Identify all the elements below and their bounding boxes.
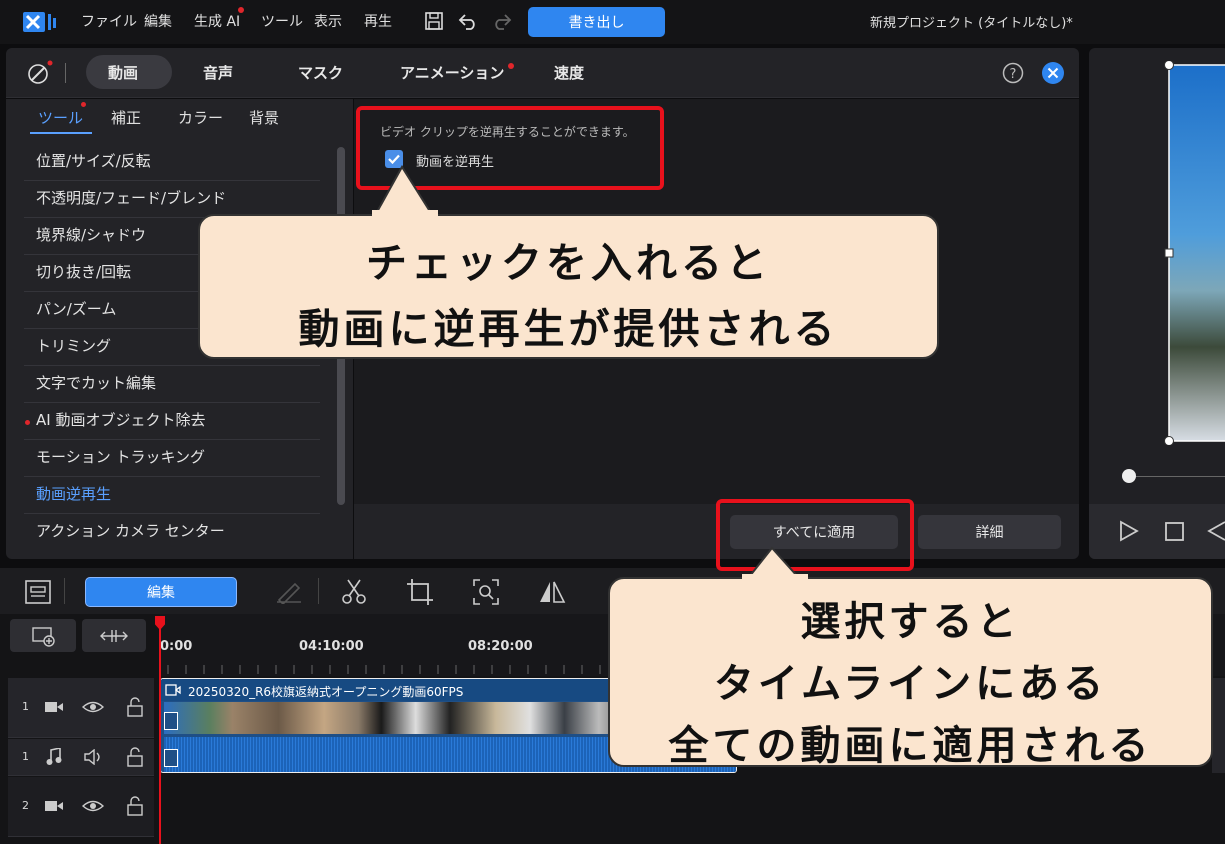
audio-info-badge <box>164 749 178 767</box>
ruler-label-mid: 04:10:00 <box>299 639 364 654</box>
new-badge-dot <box>238 7 244 13</box>
flip-icon[interactable] <box>538 578 566 606</box>
storyboard-icon[interactable] <box>25 580 51 604</box>
callout-bottom-line3: 全ての動画に適用される <box>668 723 1153 769</box>
clip-title: 20250320_R6校旗返納式オープニング動画60FPS <box>188 685 464 699</box>
callout-bottom-line2: タイムラインにある <box>713 661 1108 707</box>
help-icon[interactable]: ? <box>1002 62 1024 84</box>
tool-item-ai-object-removal[interactable]: AI 動画オブジェクト除去 <box>24 403 320 440</box>
tools-badge-dot <box>81 102 86 107</box>
menu-generate-ai[interactable]: 生成 AI <box>194 11 240 31</box>
details-button[interactable]: 詳細 <box>918 515 1061 549</box>
previous-frame-icon[interactable] <box>1207 520 1225 542</box>
animation-badge-dot <box>508 63 514 69</box>
callout-top: チェックを入れると 動画に逆再生が提供される <box>198 214 939 359</box>
tool-item-text-cut-edit[interactable]: 文字でカット編集 <box>24 366 320 403</box>
preview-controls <box>1089 504 1225 559</box>
app-logo-icon <box>23 12 56 32</box>
tool-item-motion-tracking[interactable]: モーション トラッキング <box>24 440 320 477</box>
subtab-underline <box>30 132 92 134</box>
subtab-correction[interactable]: 補正 <box>111 107 141 128</box>
track-stub <box>1212 678 1225 773</box>
callout-bottom-line1: 選択すると <box>800 599 1021 645</box>
clip-video-icon <box>165 684 181 696</box>
clip-info-badge <box>164 712 178 730</box>
track-head-audio-1: 1 <box>8 739 154 776</box>
track-number: 1 <box>22 700 29 713</box>
menu-tools[interactable]: ツール <box>261 11 303 31</box>
tab-audio[interactable]: 音声 <box>203 62 233 83</box>
callout-top-line1: チェックを入れると <box>366 239 771 287</box>
add-track-button[interactable] <box>10 619 76 652</box>
eye-icon[interactable] <box>82 798 104 814</box>
eye-icon[interactable] <box>82 699 104 715</box>
export-button[interactable]: 書き出し <box>528 7 665 37</box>
subtab-background[interactable]: 背景 <box>249 107 279 128</box>
tool-item-action-camera-center[interactable]: アクション カメラ センター <box>24 514 320 551</box>
preview-seek-track[interactable] <box>1129 476 1225 477</box>
undo-icon[interactable] <box>458 12 478 30</box>
track-number: 2 <box>22 799 29 812</box>
track-head-video-2: 2 <box>8 777 154 837</box>
callout-bottom-join <box>742 574 808 582</box>
fit-icon <box>100 630 128 642</box>
tool-item-video-reverse[interactable]: 動画逆再生 <box>24 477 320 514</box>
tab-mask[interactable]: マスク <box>298 62 343 83</box>
close-icon[interactable] <box>1041 61 1065 85</box>
ruler-label-start: 0:00 <box>160 639 193 654</box>
menu-bar: ファイル 編集 生成 AI ツール 表示 再生 書き出し 新規プロジェクト (タ… <box>0 0 1225 44</box>
play-icon[interactable] <box>1119 520 1139 542</box>
scissors-icon[interactable] <box>340 578 368 606</box>
tool-item-opacity-fade[interactable]: 不透明度/フェード/ブレンド <box>24 181 320 218</box>
tab-animation[interactable]: アニメーション <box>400 62 504 83</box>
menu-view[interactable]: 表示 <box>314 11 342 31</box>
svg-text:?: ? <box>1010 67 1017 82</box>
ruler-label-late: 08:20:00 <box>468 639 533 654</box>
fit-timeline-button[interactable] <box>82 619 146 652</box>
callout-top-line2: 動画に逆再生が提供される <box>298 305 839 353</box>
properties-tab-bar: 動画 音声 マスク アニメーション 速度 ? <box>6 48 1079 98</box>
crop-icon[interactable] <box>406 578 434 606</box>
toolbar-divider <box>64 578 65 604</box>
tab-video[interactable]: 動画 <box>108 62 138 83</box>
subtab-tools[interactable]: ツール <box>38 107 83 128</box>
pen-icon[interactable] <box>275 580 303 604</box>
lock-icon[interactable] <box>126 796 144 816</box>
lock-icon[interactable] <box>126 697 144 717</box>
video-track-icon <box>45 801 63 811</box>
playhead[interactable] <box>159 620 161 844</box>
ruler-ticks <box>167 665 601 674</box>
menu-file[interactable]: ファイル <box>81 11 137 31</box>
callout-bottom: 選択すると タイムラインにある 全ての動画に適用される <box>608 577 1213 769</box>
toolbar-divider <box>318 578 319 604</box>
menu-edit[interactable]: 編集 <box>144 11 172 31</box>
music-note-icon <box>46 748 62 765</box>
subtab-color[interactable]: カラー <box>178 107 223 128</box>
track-head-video-1: 1 <box>8 678 154 738</box>
add-track-icon <box>32 627 55 647</box>
track-number: 1 <box>22 750 29 763</box>
video-track-icon <box>45 702 63 712</box>
magic-tools-icon[interactable] <box>24 59 54 87</box>
project-title: 新規プロジェクト (タイトルなし)* <box>870 16 1073 31</box>
tab-speed[interactable]: 速度 <box>554 62 584 83</box>
lock-icon[interactable] <box>126 747 144 767</box>
speaker-icon[interactable] <box>84 749 104 765</box>
menu-playback[interactable]: 再生 <box>364 11 392 31</box>
callout-top-join <box>372 210 438 218</box>
preview-seek-handle[interactable] <box>1122 469 1136 483</box>
redo-icon[interactable] <box>492 12 512 30</box>
preview-panel <box>1089 48 1225 559</box>
save-icon[interactable] <box>425 12 443 30</box>
stop-icon[interactable] <box>1165 522 1185 542</box>
preview-frame <box>1164 61 1225 445</box>
tool-item-position-size[interactable]: 位置/サイズ/反転 <box>24 144 320 181</box>
zoom-frame-icon[interactable] <box>472 578 500 606</box>
timeline-edit-button[interactable]: 編集 <box>85 577 237 607</box>
tab-divider <box>65 63 66 83</box>
